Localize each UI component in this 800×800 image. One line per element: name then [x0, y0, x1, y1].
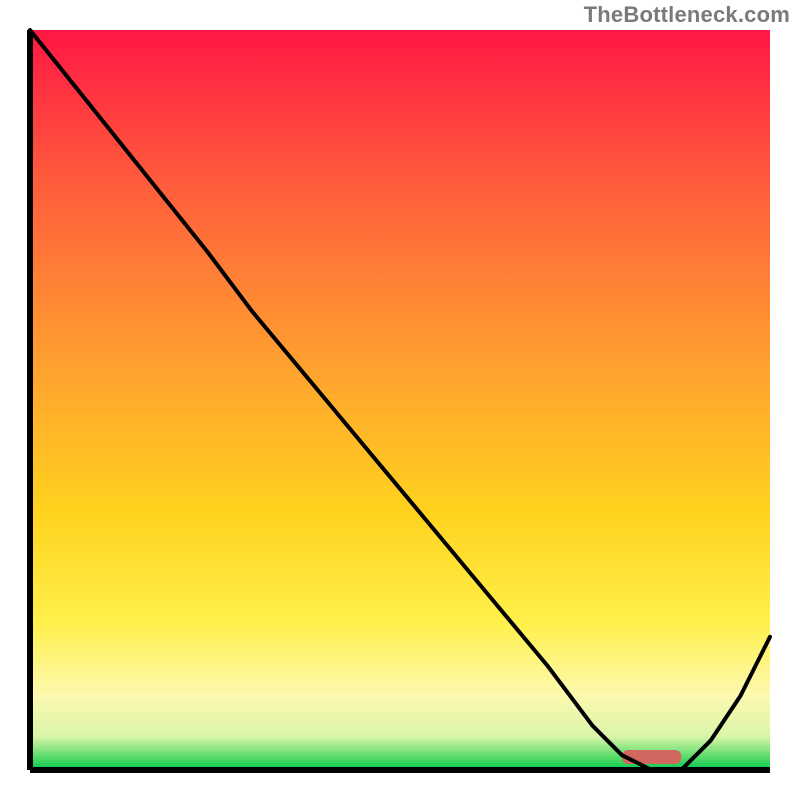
bottleneck-chart [0, 0, 800, 800]
plot-background [30, 30, 770, 770]
optimal-range-marker [622, 750, 681, 764]
attribution-label: TheBottleneck.com [584, 2, 790, 28]
